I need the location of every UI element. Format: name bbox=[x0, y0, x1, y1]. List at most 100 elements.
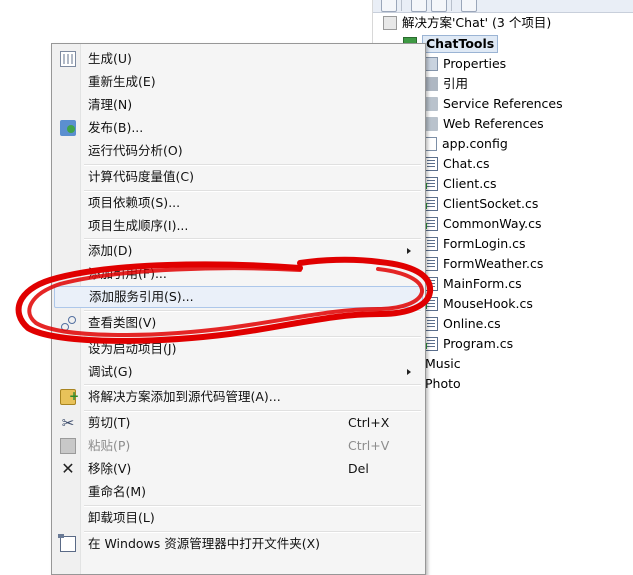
cs-file-icon bbox=[422, 216, 438, 231]
properties-toolbar-icon[interactable] bbox=[381, 0, 397, 12]
tree-item-app-config[interactable]: app.config bbox=[424, 134, 508, 154]
tree-item-label: Chat.cs bbox=[443, 156, 490, 171]
menu-item-set-startup-project[interactable]: 设为启动项目(J) bbox=[54, 338, 423, 360]
menu-item-add-to-source-control[interactable]: 将解决方案添加到源代码管理(A)... bbox=[54, 385, 423, 408]
paste-icon bbox=[60, 438, 76, 454]
cs-file-icon bbox=[424, 156, 438, 171]
submenu-arrow-icon bbox=[407, 369, 411, 375]
scissors-icon: ✂ bbox=[61, 414, 75, 432]
menu-item-label: 查看类图(V) bbox=[88, 315, 157, 330]
tree-item-web-references[interactable]: Web References bbox=[424, 114, 544, 134]
menu-item-shortcut: Del bbox=[348, 461, 369, 476]
project-label: Music bbox=[425, 356, 461, 371]
menu-item-add-reference[interactable]: 添加引用(F)... bbox=[54, 263, 423, 285]
tree-item-file[interactable]: MainForm.cs bbox=[424, 274, 522, 294]
menu-item-debug[interactable]: 调试(G) bbox=[54, 361, 423, 383]
menu-item-run-code-analysis[interactable]: 运行代码分析(O) bbox=[54, 140, 423, 162]
tree-item-label: 引用 bbox=[443, 76, 469, 91]
menu-item-label: 计算代码度量值(C) bbox=[88, 169, 194, 184]
tree-item-label: ClientSocket.cs bbox=[443, 196, 539, 211]
tree-item-label: MainForm.cs bbox=[443, 276, 522, 291]
menu-item-add[interactable]: 添加(D) bbox=[54, 240, 423, 262]
menu-item-label: 移除(V) bbox=[88, 461, 132, 476]
menu-item-label: 卸载项目(L) bbox=[88, 510, 155, 525]
tree-item-file[interactable]: MouseHook.cs bbox=[422, 294, 533, 314]
menu-item-cut[interactable]: ✂ 剪切(T) Ctrl+X bbox=[54, 412, 423, 434]
build-icon bbox=[60, 51, 76, 67]
menu-item-calculate-code-metrics[interactable]: 计算代码度量值(C) bbox=[54, 166, 423, 188]
tree-item-file[interactable]: FormLogin.cs bbox=[424, 234, 526, 254]
cs-file-icon bbox=[424, 276, 438, 291]
menu-item-label: 将解决方案添加到源代码管理(A)... bbox=[88, 389, 281, 404]
tree-item-project-music[interactable]: Music bbox=[425, 354, 461, 374]
web-references-icon bbox=[424, 116, 438, 131]
menu-item-label: 添加(D) bbox=[88, 243, 133, 258]
cs-file-icon bbox=[422, 296, 438, 311]
tree-item-file[interactable]: CommonWay.cs bbox=[422, 214, 542, 234]
tree-item-solution[interactable]: 解决方案'Chat' (3 个项目) bbox=[383, 13, 551, 33]
menu-item-rebuild[interactable]: 重新生成(E) bbox=[54, 71, 423, 93]
menu-item-label: 添加引用(F)... bbox=[88, 266, 167, 281]
menu-item-label: 项目依赖项(S)... bbox=[88, 195, 181, 210]
tree-item-label: Client.cs bbox=[443, 176, 497, 191]
menu-item-open-folder-in-explorer[interactable]: 在 Windows 资源管理器中打开文件夹(X) bbox=[54, 533, 423, 555]
menu-item-build[interactable]: 生成(U) bbox=[54, 48, 423, 70]
view-class-diagram-toolbar-icon[interactable] bbox=[461, 0, 477, 12]
solution-label: 解决方案'Chat' (3 个项目) bbox=[402, 15, 552, 30]
tree-item-file[interactable]: Program.cs bbox=[422, 334, 514, 354]
menu-item-label: 设为启动项目(J) bbox=[88, 341, 177, 356]
cs-file-icon bbox=[422, 336, 438, 351]
remove-x-icon: ✕ bbox=[61, 459, 75, 478]
tree-item-file[interactable]: ClientSocket.cs bbox=[422, 194, 539, 214]
menu-item-label: 清理(N) bbox=[88, 97, 133, 112]
menu-item-label: 生成(U) bbox=[88, 51, 132, 66]
tree-item-file[interactable]: Client.cs bbox=[422, 174, 497, 194]
tree-item-label: Program.cs bbox=[443, 336, 514, 351]
properties-icon bbox=[424, 56, 438, 71]
references-icon bbox=[424, 76, 438, 91]
toolbar-separator bbox=[401, 0, 402, 11]
tree-item-file[interactable]: Online.cs bbox=[424, 314, 501, 334]
refresh-icon[interactable] bbox=[431, 0, 447, 12]
menu-item-rename[interactable]: 重命名(M) bbox=[54, 481, 423, 503]
submenu-arrow-icon bbox=[407, 248, 411, 254]
project-label: Photo bbox=[425, 376, 461, 391]
show-all-files-icon[interactable] bbox=[411, 0, 427, 12]
tree-item-file[interactable]: FormWeather.cs bbox=[424, 254, 543, 274]
tree-item-properties[interactable]: Properties bbox=[424, 54, 506, 74]
menu-item-label: 重命名(M) bbox=[88, 484, 147, 499]
tree-item-label: FormWeather.cs bbox=[443, 256, 544, 271]
cs-file-icon bbox=[422, 196, 438, 211]
cs-file-icon bbox=[424, 256, 438, 271]
menu-item-label: 在 Windows 资源管理器中打开文件夹(X) bbox=[88, 536, 321, 551]
tree-item-service-references[interactable]: Service References bbox=[424, 94, 563, 114]
menu-item-label: 项目生成顺序(I)... bbox=[88, 218, 189, 233]
menu-item-publish[interactable]: 发布(B)... bbox=[54, 117, 423, 139]
menu-item-label: 重新生成(E) bbox=[88, 74, 156, 89]
menu-item-shortcut: Ctrl+X bbox=[348, 415, 390, 430]
menu-item-label: 调试(G) bbox=[88, 364, 133, 379]
menu-item-label: 运行代码分析(O) bbox=[88, 143, 183, 158]
tree-item-project-photo[interactable]: Photo bbox=[425, 374, 461, 394]
add-to-source-control-icon bbox=[60, 385, 79, 407]
menu-item-view-class-diagram[interactable]: 查看类图(V) bbox=[54, 312, 423, 334]
tree-item-file[interactable]: Chat.cs bbox=[424, 154, 490, 174]
publish-icon bbox=[60, 120, 76, 136]
menu-item-project-dependencies[interactable]: 项目依赖项(S)... bbox=[54, 192, 423, 214]
menu-item-project-build-order[interactable]: 项目生成顺序(I)... bbox=[54, 215, 423, 237]
cs-file-icon bbox=[424, 236, 438, 251]
menu-item-label: 添加服务引用(S)... bbox=[89, 289, 194, 304]
tree-item-label: Service References bbox=[443, 96, 563, 111]
tree-item-label: Online.cs bbox=[443, 316, 501, 331]
tree-item-label: MouseHook.cs bbox=[443, 296, 533, 311]
solution-icon bbox=[383, 15, 397, 30]
menu-item-clean[interactable]: 清理(N) bbox=[54, 94, 423, 116]
cs-file-icon bbox=[424, 316, 438, 331]
menu-item-remove[interactable]: ✕ 移除(V) Del bbox=[54, 458, 423, 480]
menu-item-unload-project[interactable]: 卸载项目(L) bbox=[54, 507, 423, 529]
menu-item-add-service-reference[interactable]: 添加服务引用(S)... bbox=[54, 286, 423, 308]
class-diagram-icon bbox=[60, 315, 76, 331]
tree-item-label: FormLogin.cs bbox=[443, 236, 526, 251]
tree-item-references[interactable]: 引用 bbox=[424, 74, 468, 94]
menu-item-paste[interactable]: 粘贴(P) Ctrl+V bbox=[54, 435, 423, 457]
